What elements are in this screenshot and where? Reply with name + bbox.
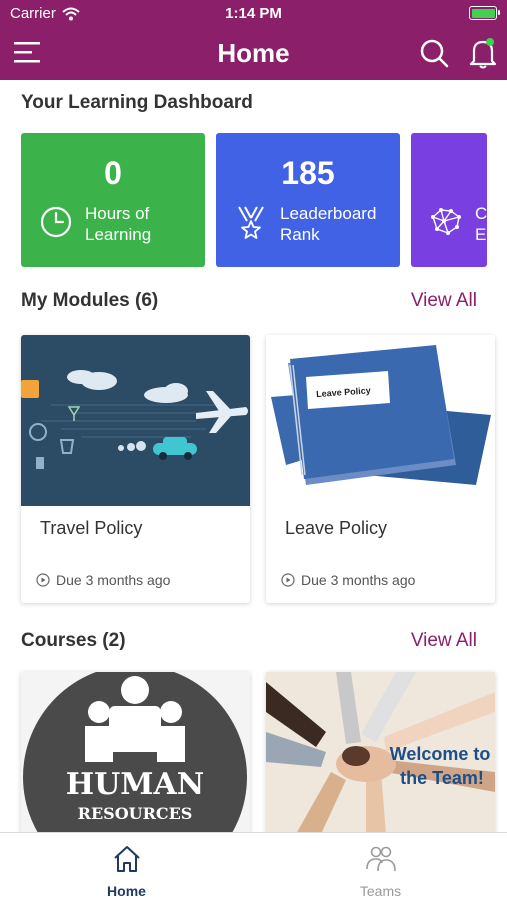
modules-title: My Modules (6) xyxy=(21,290,159,311)
tab-home-label: Home xyxy=(107,883,146,899)
course-thumb-line2: RESOURCES xyxy=(78,804,193,823)
course-thumb-line1: HUMAN xyxy=(66,767,204,802)
leaderboard-rank-card[interactable]: 185 Leaderboard Rank xyxy=(216,133,400,267)
courses-title: Courses (2) xyxy=(21,630,126,651)
leave-policy-thumbnail: Leave Policy xyxy=(266,335,495,506)
module-card-leave-policy[interactable]: Leave Policy Leave Policy Due 3 months a… xyxy=(266,335,495,603)
play-circle-icon xyxy=(36,573,50,587)
notification-bell-icon[interactable] xyxy=(468,36,498,70)
app-header: Home xyxy=(0,28,507,80)
status-time: 1:14 PM xyxy=(225,5,282,22)
hours-value: 0 xyxy=(104,155,122,191)
play-circle-icon xyxy=(281,573,295,587)
medal-icon xyxy=(238,206,264,239)
course-thumb-line2: the Team! xyxy=(400,768,484,788)
hamburger-menu-icon[interactable] xyxy=(12,38,42,68)
rank-value: 185 xyxy=(281,155,335,191)
course-card-human-resources[interactable]: HUMAN RESOURCES xyxy=(21,672,250,834)
module-due-text: Due 3 months ago xyxy=(301,572,416,588)
module-card-travel-policy[interactable]: Travel Policy Due 3 months ago xyxy=(21,335,250,603)
modules-view-all-link[interactable]: View All xyxy=(411,290,477,312)
clock-icon xyxy=(40,206,72,238)
course-thumb-line1: Welcome to xyxy=(390,744,491,764)
hours-of-learning-card[interactable]: 0 Hours of Learning xyxy=(21,133,205,267)
search-icon[interactable] xyxy=(418,37,450,69)
module-due-text: Due 3 months ago xyxy=(56,572,171,588)
rank-label: Leaderboard Rank xyxy=(280,204,377,244)
travel-policy-thumbnail xyxy=(21,335,250,506)
module-due-status: Due 3 months ago xyxy=(36,572,170,588)
partial-stat-label: C E xyxy=(475,204,487,244)
status-bar: Carrier 1:14 PM xyxy=(0,0,507,28)
courses-view-all-link[interactable]: View All xyxy=(411,630,477,652)
dashboard-title: Your Learning Dashboard xyxy=(21,92,253,113)
battery-icon xyxy=(469,6,500,20)
home-icon xyxy=(114,846,140,872)
module-title: Leave Policy xyxy=(285,518,388,538)
bottom-tab-bar: Home Teams xyxy=(0,832,507,900)
partial-stat-card[interactable]: C E xyxy=(411,133,487,267)
course-card-welcome-team[interactable]: Welcome to the Team! xyxy=(266,672,495,834)
module-due-status: Due 3 months ago xyxy=(281,572,415,588)
teams-icon xyxy=(366,846,396,872)
network-brain-icon xyxy=(431,208,461,235)
hours-label: Hours of Learning xyxy=(85,204,152,244)
tab-teams[interactable]: Teams xyxy=(254,833,507,900)
welcome-team-thumbnail: Welcome to the Team! xyxy=(266,672,495,834)
tab-teams-label: Teams xyxy=(359,883,402,899)
human-resources-thumbnail: HUMAN RESOURCES xyxy=(21,672,250,834)
module-title: Travel Policy xyxy=(40,518,143,538)
tab-home[interactable]: Home xyxy=(0,833,253,900)
